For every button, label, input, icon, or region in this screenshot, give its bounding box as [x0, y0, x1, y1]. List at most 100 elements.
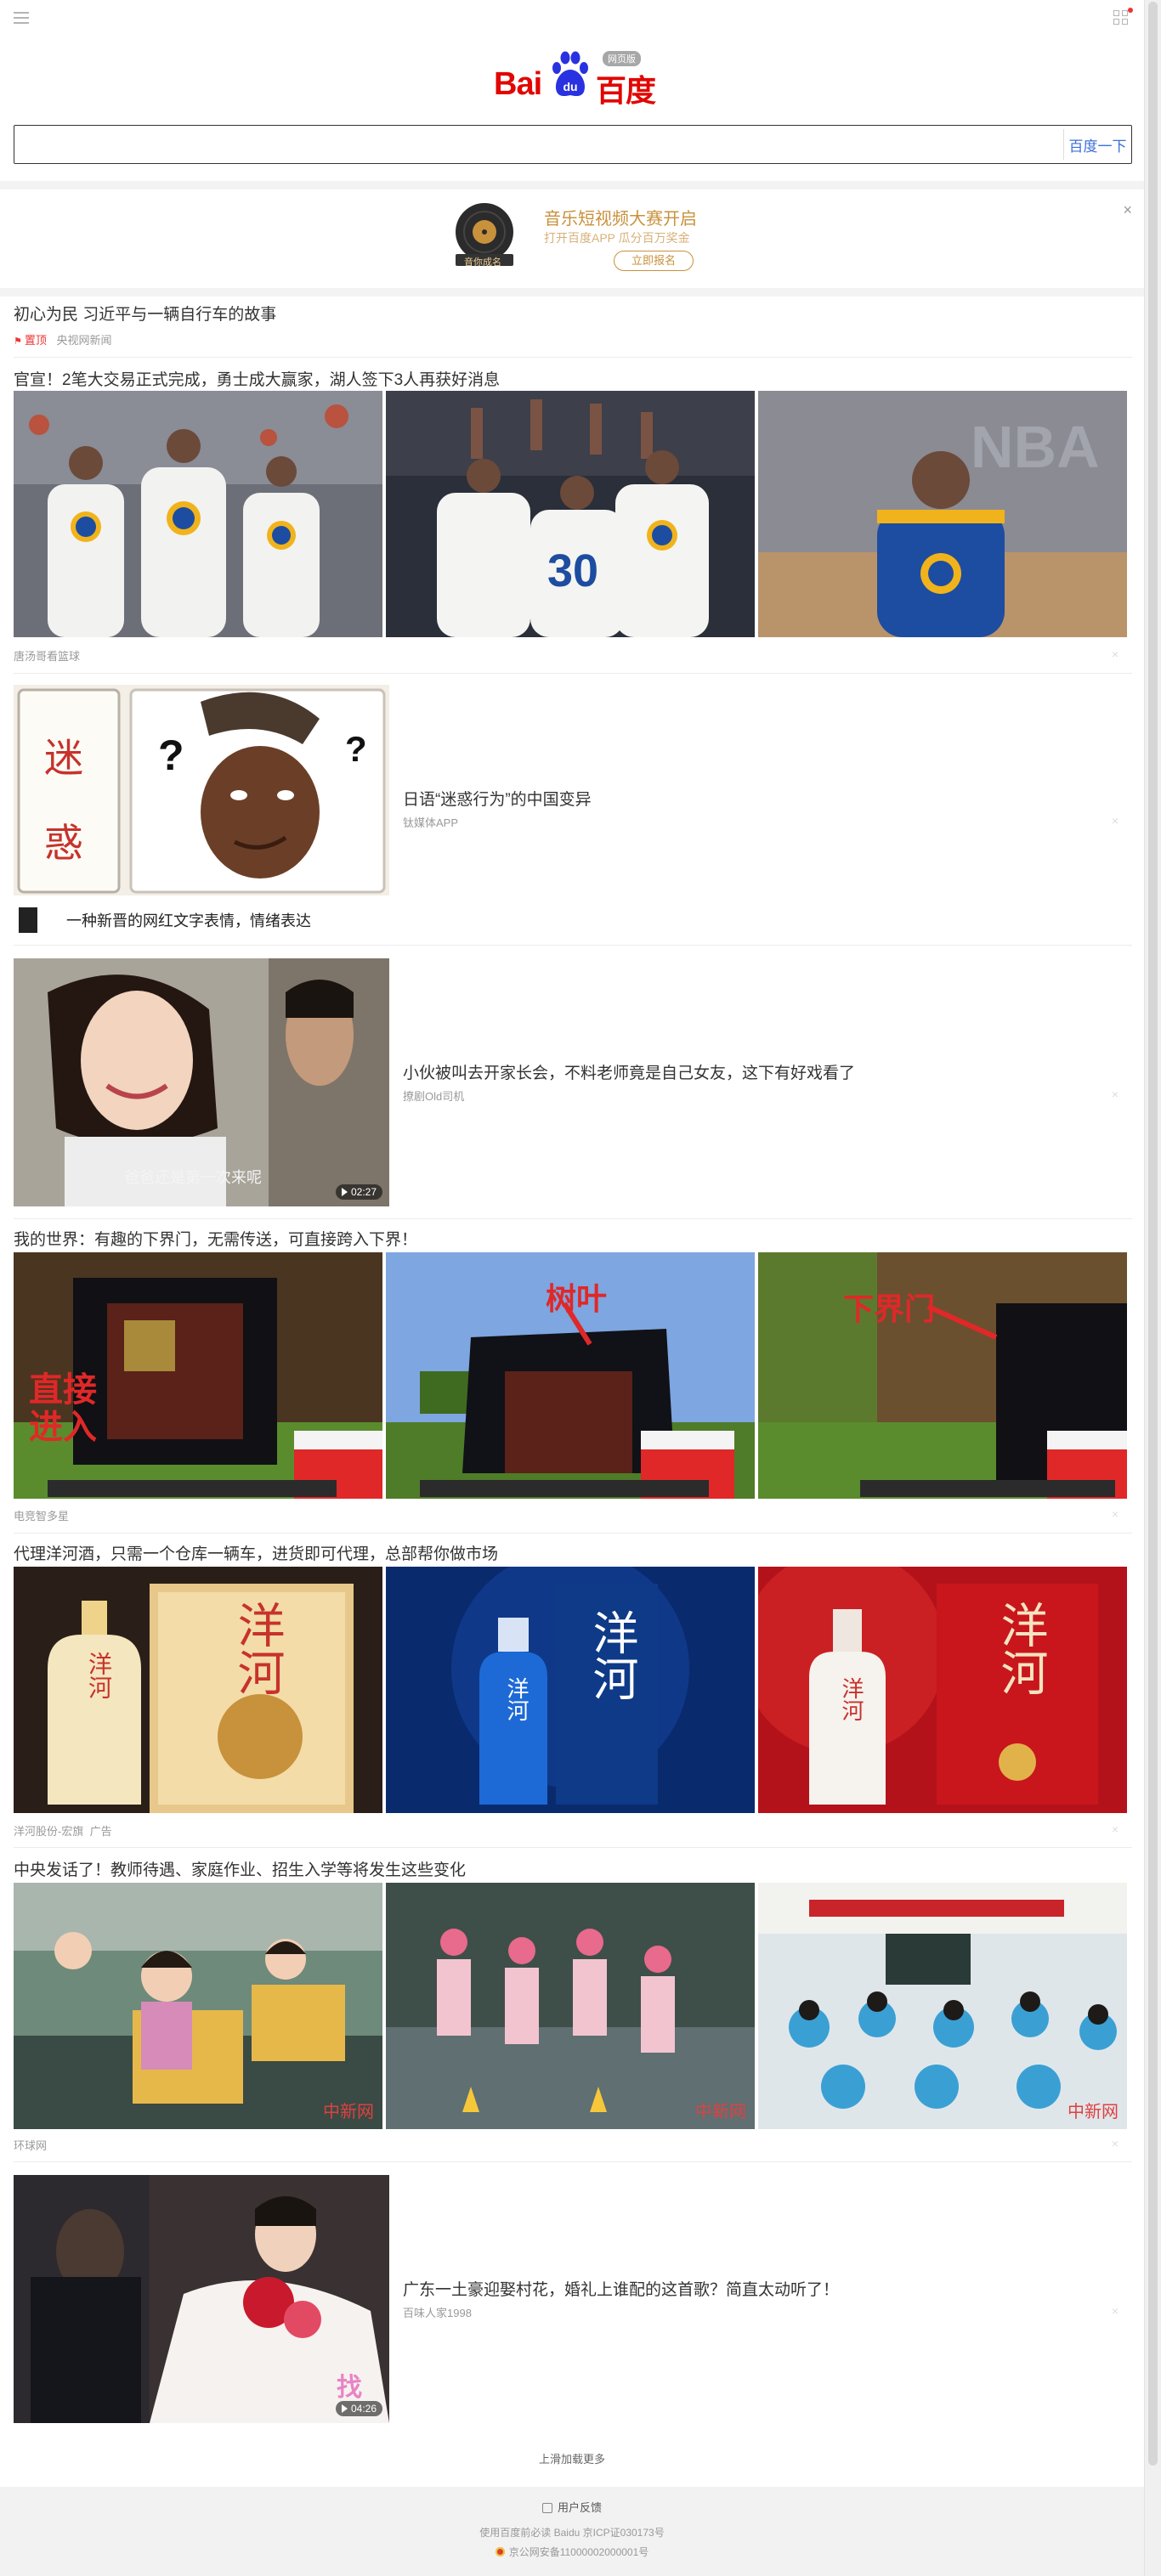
- banner-tag: 音你成名: [464, 257, 501, 268]
- image-row[interactable]: 洋河 洋河 洋河 洋河 洋河 洋河: [14, 1567, 1127, 1813]
- hamburger-menu-icon[interactable]: [14, 12, 29, 25]
- search-box: 百度一下: [14, 125, 1132, 164]
- basketball-team-photo: [14, 391, 382, 637]
- pinned-news-title[interactable]: 初心为民 习近平与一辆自行车的故事: [14, 302, 1132, 325]
- ad-image[interactable]: 洋河 洋河: [14, 1567, 382, 1813]
- news-image[interactable]: 中新网: [758, 1883, 1127, 2129]
- news-image[interactable]: 直接进入: [14, 1252, 382, 1499]
- scrollbar-thumb[interactable]: [1148, 2, 1158, 2466]
- basketball-player-photo: NBA: [758, 391, 1127, 637]
- apps-grid-icon[interactable]: [1113, 8, 1133, 27]
- news-title[interactable]: 日语“迷惑行为”的中国变异: [403, 787, 592, 810]
- search-button[interactable]: 百度一下: [1063, 129, 1131, 160]
- logo-badge: 网页版: [603, 51, 641, 66]
- pin-label: 置顶: [14, 334, 47, 347]
- police-badge-icon: [495, 2547, 505, 2556]
- minecraft-netherportal-image: [758, 1252, 1127, 1499]
- news-video-thumbnail[interactable]: 爸爸还是第一次来呢 02:27: [14, 958, 389, 1206]
- news-image[interactable]: NBA: [758, 391, 1127, 637]
- product-chars: 洋河: [501, 1677, 533, 1721]
- news-image[interactable]: ? ? 迷 惑 一种新晋的网红文字表情，情绪表达: [14, 685, 389, 933]
- notification-dot: [1128, 8, 1133, 13]
- news-title[interactable]: 我的世界：有趣的下界门，无需传送，可直接跨入下界！: [14, 1227, 417, 1250]
- search-input[interactable]: [14, 126, 1065, 163]
- news-source: 电竞智多星: [14, 1510, 70, 1522]
- meme-char: 迷: [44, 735, 83, 781]
- news-video-thumbnail[interactable]: 找 04:26: [14, 2175, 389, 2423]
- police-record[interactable]: 京公网安备11000002000001号: [0, 2545, 1144, 2559]
- pinned-news[interactable]: 初心为民 习近平与一辆自行车的故事 置顶 央视网新闻: [14, 302, 1132, 347]
- product-char: 洋: [585, 1609, 638, 1655]
- basketball-celebration-photo: 30: [386, 391, 755, 637]
- dismiss-icon[interactable]: ×: [1112, 2137, 1119, 2150]
- image-row[interactable]: 30 NBA: [14, 391, 1127, 637]
- dismiss-icon[interactable]: ×: [1112, 2304, 1119, 2318]
- paw-logo-icon: du: [552, 51, 588, 97]
- classroom-reading-image: [14, 1883, 382, 2129]
- news-title[interactable]: 广东一土豪迎娶村花，婚礼上谁配的这首歌？简直太动听了！: [403, 2277, 839, 2300]
- svg-text:找: 找: [337, 2374, 362, 2402]
- liquor-gold-image: [14, 1567, 382, 1813]
- dismiss-icon[interactable]: ×: [1112, 814, 1119, 828]
- product-char: 河: [86, 1675, 112, 1699]
- news-image[interactable]: 树叶: [386, 1252, 755, 1499]
- news-image[interactable]: 30: [386, 391, 755, 637]
- svg-text:?: ?: [345, 729, 367, 769]
- news-title[interactable]: 官宣！2笔大交易正式完成，勇士成大赢家，湖人签下3人再获好消息: [14, 367, 500, 390]
- news-source: 钛媒体APP: [403, 816, 459, 829]
- play-icon: [341, 1188, 348, 1196]
- close-icon[interactable]: ×: [1123, 201, 1132, 219]
- feedback-label: 用户反馈: [557, 2501, 602, 2514]
- product-char: 河: [585, 1655, 638, 1701]
- news-title[interactable]: 代理洋河酒，只需一个仓库一辆车，进货即可代理，总部帮你做市场: [14, 1541, 498, 1564]
- news-source: 环球网: [14, 2139, 48, 2152]
- liquor-blue-image: [386, 1567, 755, 1813]
- video-duration-badge: 02:27: [335, 1184, 382, 1200]
- svg-text:NBA: NBA: [971, 414, 1100, 480]
- ad-image[interactable]: 洋河 洋河: [386, 1567, 755, 1813]
- image-row[interactable]: 直接进入 树叶 下界门: [14, 1252, 1127, 1499]
- image-label: 直接进入: [29, 1371, 97, 1446]
- ad-label: 广告: [89, 1825, 112, 1838]
- product-char: 河: [993, 1648, 1048, 1696]
- news-image[interactable]: [14, 391, 382, 637]
- box-chars: 洋河: [223, 1601, 292, 1696]
- image-caption: 一种新晋的网红文字表情，情绪表达: [66, 912, 311, 929]
- dismiss-icon[interactable]: ×: [1112, 647, 1119, 661]
- news-title[interactable]: 中央发话了！教师待遇、家庭作业、招生入学等将发生这些变化: [14, 1857, 466, 1880]
- license-text[interactable]: 使用百度前必读 Baidu 京ICP证030173号: [0, 2525, 1144, 2539]
- product-char: 洋: [86, 1652, 112, 1675]
- news-image[interactable]: 中新网: [386, 1883, 755, 2129]
- news-source: 百味人家1998: [403, 2307, 472, 2319]
- dismiss-icon[interactable]: ×: [1112, 1087, 1119, 1101]
- divider: [14, 2161, 1132, 2162]
- promo-banner[interactable]: 音你成名 音乐短视频大赛开启 打开百度APP 瓜分百万奖金 立即报名 ×: [0, 189, 1144, 288]
- news-image[interactable]: 中新网: [14, 1883, 382, 2129]
- banner-signup-button[interactable]: 立即报名: [614, 251, 694, 271]
- dismiss-icon[interactable]: ×: [1112, 1507, 1119, 1521]
- load-more-hint[interactable]: 上滑加载更多: [0, 2450, 1144, 2466]
- ad-image[interactable]: 洋河 洋河: [758, 1567, 1127, 1813]
- feedback-icon: [541, 2503, 552, 2513]
- dismiss-icon[interactable]: ×: [1112, 1822, 1119, 1836]
- product-char: 河: [839, 1699, 864, 1721]
- product-chars: 洋河: [82, 1652, 116, 1699]
- box-chars: 洋河: [986, 1601, 1055, 1696]
- news-image[interactable]: 下界门: [758, 1252, 1127, 1499]
- scrollbar[interactable]: [1144, 0, 1161, 2576]
- top-bar: [0, 0, 1144, 39]
- section-gap: [0, 181, 1144, 189]
- feedback-link[interactable]: 用户反馈: [0, 2499, 1144, 2515]
- product-char: 河: [504, 1699, 530, 1721]
- baidu-logo[interactable]: Bai du 百度 网页版: [494, 49, 656, 108]
- divider: [14, 945, 1132, 946]
- news-title[interactable]: 小伙被叫去开家长会，不料老师竟是自己女友，这下有好戏看了: [403, 1060, 855, 1083]
- image-row[interactable]: 中新网 中新网 中新网: [14, 1883, 1127, 2129]
- divider: [14, 1533, 1132, 1534]
- svg-text:30: 30: [547, 545, 598, 596]
- news-source: 央视网新闻: [56, 334, 112, 347]
- meme-char: 惑: [44, 820, 83, 866]
- divider: [14, 1847, 1132, 1848]
- section-gap: [0, 288, 1144, 297]
- logo-text-latin: Bai: [494, 66, 542, 102]
